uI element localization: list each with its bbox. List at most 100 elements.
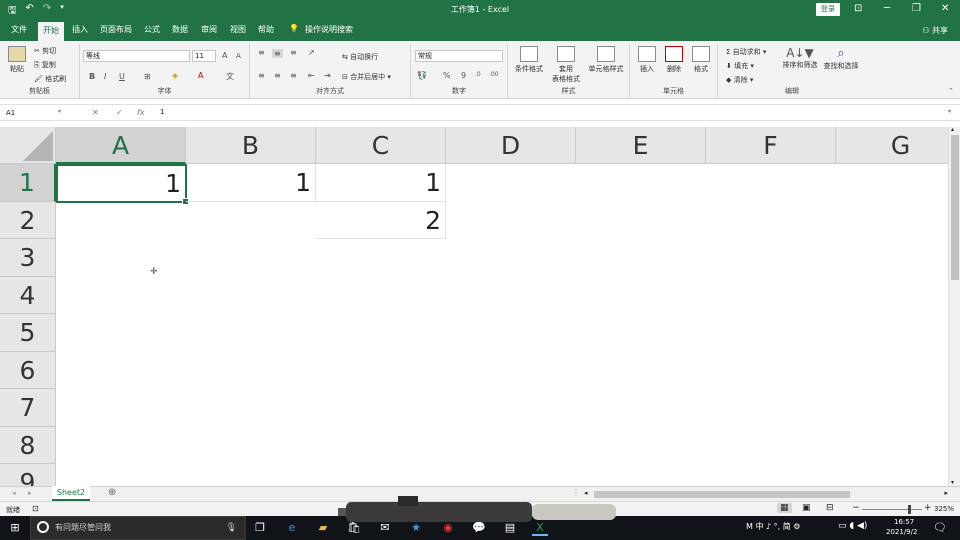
taskbar-search[interactable]: 有问题尽管问我 🎙 xyxy=(30,516,246,540)
screen-app-icon[interactable]: ▤ xyxy=(502,520,518,536)
tray-icons[interactable]: ▭ ◖ ◀) xyxy=(838,521,867,531)
ribbon-display-icon[interactable]: ⊡ xyxy=(854,3,862,14)
column-header-e[interactable]: E xyxy=(576,127,706,164)
align-right-icon[interactable]: ≡ xyxy=(290,71,297,80)
font-name-select[interactable]: 等线 xyxy=(83,50,190,62)
clear-button[interactable]: ◆ 清除 ▾ xyxy=(726,75,753,85)
macro-record-icon[interactable]: ⊡ xyxy=(32,504,39,513)
vertical-scrollbar[interactable]: ▴ ▾ xyxy=(948,126,960,486)
scroll-up-icon[interactable]: ▴ xyxy=(951,126,954,133)
column-header-f[interactable]: F xyxy=(706,127,836,164)
tab-data[interactable]: 数据 xyxy=(172,24,188,35)
bold-button[interactable]: B xyxy=(89,72,95,81)
align-middle-icon[interactable]: ≡ xyxy=(272,49,283,58)
select-all-button[interactable] xyxy=(0,127,56,164)
align-center-icon[interactable]: ≡ xyxy=(274,71,281,80)
column-header-b[interactable]: B xyxy=(186,127,316,164)
excel-taskbar-icon[interactable]: X xyxy=(532,520,548,536)
font-size-select[interactable]: 11 xyxy=(192,50,216,62)
format-painter-button[interactable]: 🖌 格式刷 xyxy=(34,74,66,84)
cell-styles-button[interactable]: 单元格样式 xyxy=(586,46,626,74)
cell-c2[interactable]: 2 xyxy=(316,202,446,239)
currency-icon[interactable]: 💱 xyxy=(417,71,427,80)
orientation-icon[interactable]: ↗ xyxy=(308,48,315,57)
tab-split-handle[interactable]: ⋮ xyxy=(572,488,580,497)
row-header-6[interactable]: 6 xyxy=(0,352,56,389)
insert-cells-button[interactable]: 插入 xyxy=(634,46,660,74)
confirm-entry-icon[interactable]: ✓ xyxy=(116,108,123,117)
copy-button[interactable]: ⎘ 复制 xyxy=(34,60,56,70)
column-header-d[interactable]: D xyxy=(446,127,576,164)
align-bottom-icon[interactable]: ≡ xyxy=(290,48,297,57)
row-header-2[interactable]: 2 xyxy=(0,202,56,239)
format-cells-button[interactable]: 格式 xyxy=(688,46,714,74)
fill-color-icon[interactable]: ◈ xyxy=(172,71,178,80)
delete-cells-button[interactable]: 删除 xyxy=(661,46,687,74)
row-header-1[interactable]: 1 xyxy=(0,164,56,202)
increase-decimal-icon[interactable]: .0 xyxy=(475,71,481,78)
tab-file[interactable]: 文件 xyxy=(11,24,27,35)
pinned-app-icon[interactable]: ★ xyxy=(408,520,424,536)
cell-c1[interactable]: 1 xyxy=(316,164,446,202)
tab-page-layout[interactable]: 页面布局 xyxy=(100,24,132,35)
cancel-entry-icon[interactable]: ✕ xyxy=(92,108,99,117)
autosum-button[interactable]: Σ 自动求和 ▾ xyxy=(726,47,766,57)
horizontal-scrollbar[interactable]: ◂ ▸ xyxy=(584,489,948,499)
next-sheet-icon[interactable]: ▸ xyxy=(28,489,32,497)
restore-button[interactable]: ❐ xyxy=(912,3,921,14)
cut-button[interactable]: ✂ 剪切 xyxy=(34,46,56,56)
wechat-icon[interactable]: 💬 xyxy=(471,520,487,536)
add-sheet-icon[interactable]: ⊕ xyxy=(108,487,116,498)
page-break-view-icon[interactable]: ⊟ xyxy=(826,503,834,513)
italic-button[interactable]: I xyxy=(104,72,106,81)
sheet-tab-sheet2[interactable]: Sheet2 xyxy=(52,486,90,501)
prev-sheet-icon[interactable]: ◂ xyxy=(12,489,16,497)
scroll-right-icon[interactable]: ▸ xyxy=(944,489,948,497)
tab-help[interactable]: 帮助 xyxy=(258,24,274,35)
expand-formula-icon[interactable]: ▾ xyxy=(948,108,951,115)
vertical-scroll-thumb[interactable] xyxy=(951,135,959,280)
decrease-indent-icon[interactable]: ⇤ xyxy=(308,71,315,80)
minimize-button[interactable]: ─ xyxy=(884,3,890,14)
tab-formulas[interactable]: 公式 xyxy=(144,24,160,35)
row-header-9[interactable]: 9 xyxy=(0,464,56,486)
ime-status[interactable]: M 中 ♪ °, 简 ⚙ xyxy=(746,521,800,532)
tell-me-search[interactable]: 操作说明搜索 xyxy=(305,24,353,35)
scroll-left-icon[interactable]: ◂ xyxy=(584,489,588,497)
notification-icon[interactable]: 🗨 xyxy=(932,520,948,536)
zoom-slider[interactable] xyxy=(862,509,922,510)
border-icon[interactable]: ⊞ xyxy=(144,72,151,81)
insert-function-button[interactable]: fx xyxy=(137,108,145,117)
align-top-icon[interactable]: ≡ xyxy=(258,48,265,57)
tab-home[interactable]: 开始 xyxy=(38,22,64,41)
task-view-icon[interactable]: ❐ xyxy=(252,520,268,536)
row-header-5[interactable]: 5 xyxy=(0,314,56,352)
share-button[interactable]: ⚇ 共享 xyxy=(922,25,948,36)
merge-center-button[interactable]: ⊟ 合并后居中 ▾ xyxy=(342,72,391,82)
mail-icon[interactable]: ✉ xyxy=(377,520,393,536)
name-box-dropdown-icon[interactable]: ▾ xyxy=(58,108,61,115)
scroll-down-icon[interactable]: ▾ xyxy=(951,479,954,486)
close-button[interactable]: ✕ xyxy=(941,3,949,14)
fill-button[interactable]: ⬇ 填充 ▾ xyxy=(726,61,754,71)
windows-start-icon[interactable]: ⊞ xyxy=(7,520,23,536)
grow-font-icon[interactable]: A xyxy=(222,51,227,60)
edge-icon[interactable]: e xyxy=(284,520,300,536)
cell-a1[interactable]: 1 xyxy=(56,164,189,205)
tab-insert[interactable]: 插入 xyxy=(72,24,88,35)
zoom-in-icon[interactable]: + xyxy=(924,503,932,513)
tab-review[interactable]: 审阅 xyxy=(201,24,217,35)
phonetic-icon[interactable]: 文 xyxy=(226,71,234,82)
zoom-slider-thumb[interactable] xyxy=(908,505,911,514)
conditional-format-button[interactable]: 条件格式 xyxy=(512,46,546,74)
column-header-g[interactable]: G xyxy=(836,127,948,164)
row-header-4[interactable]: 4 xyxy=(0,277,56,314)
row-header-7[interactable]: 7 xyxy=(0,389,56,427)
name-box[interactable]: A1 xyxy=(4,107,66,119)
sort-filter-button[interactable]: A↓▼ 排序和筛选 xyxy=(780,46,820,70)
format-as-table-button[interactable]: 套用 表格格式 xyxy=(548,46,584,84)
column-header-a[interactable]: A xyxy=(56,127,186,164)
clock-time[interactable]: 16:57 xyxy=(894,518,914,526)
horizontal-scroll-thumb[interactable] xyxy=(594,491,850,498)
zoom-level[interactable]: 325% xyxy=(934,505,954,513)
